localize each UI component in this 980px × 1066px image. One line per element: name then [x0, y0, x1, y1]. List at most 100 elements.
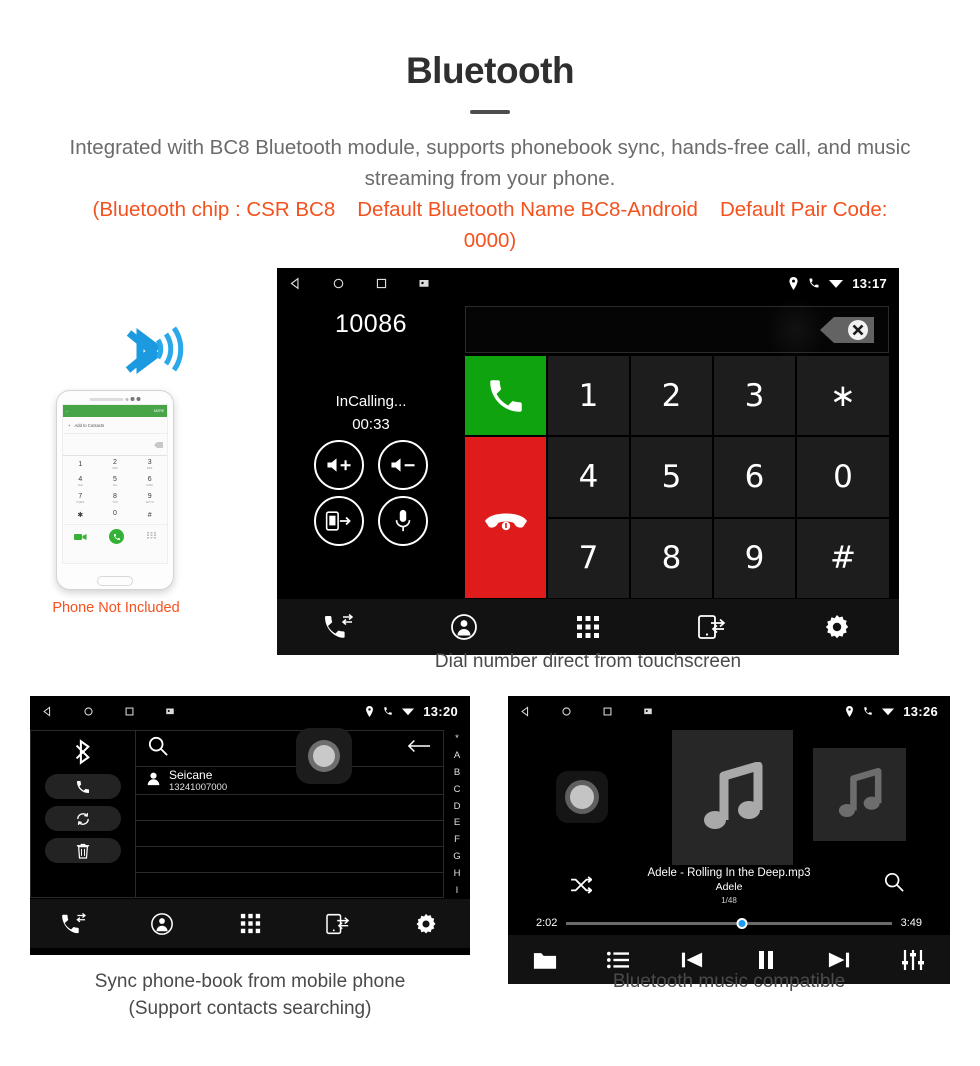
dialed-number: 10086 [334, 310, 408, 338]
search-icon[interactable] [148, 736, 168, 761]
home-icon[interactable] [83, 706, 94, 717]
music-statusbar: 13:26 [508, 696, 950, 726]
index-letter[interactable]: F [454, 834, 460, 845]
call-end-button[interactable] [465, 437, 546, 598]
recents-icon[interactable] [124, 706, 135, 717]
phonebook-statusbar: 13:20 [30, 696, 470, 726]
contacts-icon[interactable] [132, 912, 192, 935]
volume-down-icon[interactable] [378, 440, 428, 490]
index-letter[interactable]: C [454, 784, 461, 795]
avatar [146, 771, 161, 791]
phone-key: 9 WXYZ [145, 493, 154, 504]
key-0[interactable]: 0 [797, 437, 889, 517]
screenshot-icon[interactable] [643, 706, 653, 716]
home-icon[interactable] [332, 277, 345, 290]
key-5[interactable]: 5 [631, 437, 712, 517]
folder-icon[interactable] [515, 950, 575, 970]
key-3[interactable]: 3 [714, 356, 795, 436]
key-9[interactable]: 9 [714, 518, 795, 598]
previous-icon[interactable] [662, 950, 722, 970]
keypad-icon[interactable] [558, 615, 618, 639]
spec-chip: (Bluetooth chip : CSR BC8 [92, 198, 336, 221]
search-icon[interactable] [884, 872, 904, 897]
screenshot-icon[interactable] [165, 706, 175, 716]
sync-button[interactable] [45, 806, 121, 831]
phone-back-icon: ← [66, 409, 70, 413]
next-icon[interactable] [809, 950, 869, 970]
screenshot-icon[interactable] [418, 277, 430, 289]
back-icon[interactable] [289, 276, 302, 290]
key-8[interactable]: 8 [631, 518, 712, 598]
key-star[interactable]: ∗ [797, 356, 889, 436]
contacts-icon[interactable] [434, 614, 494, 640]
call-log-icon[interactable] [309, 614, 369, 640]
phone-key: 6 MNO [146, 476, 153, 487]
shuffle-icon[interactable] [570, 876, 593, 899]
index-letter[interactable]: G [453, 851, 460, 862]
playlist-icon[interactable] [588, 951, 648, 969]
intro-paragraph: Integrated with BC8 Bluetooth module, su… [69, 136, 911, 190]
location-icon [365, 705, 374, 717]
phone-key: # [147, 512, 152, 519]
backspace-icon[interactable] [818, 315, 876, 345]
contact-number: 13241007000 [169, 781, 228, 793]
contact-name: Seicane [169, 767, 213, 782]
music-caption: Bluetooth music compatible [612, 971, 846, 992]
mobile-phone-mockup: ← MORE + Add to Contacts 1 2 ABC 3 DEF 4 GH… [56, 390, 174, 590]
sync-device-icon[interactable] [308, 913, 368, 935]
key-hash[interactable]: # [797, 518, 889, 598]
phonebook-caption-line1: Sync phone-book from mobile phone [94, 971, 406, 992]
page-title: Bluetooth [405, 50, 575, 91]
mute-mic-icon[interactable] [378, 496, 428, 546]
home-icon[interactable] [561, 706, 572, 717]
settings-icon[interactable] [807, 614, 867, 640]
call-answer-button[interactable] [465, 356, 546, 436]
phone-call-button [109, 529, 125, 544]
phone-key: ✱ [77, 512, 84, 519]
key-1[interactable]: 1 [548, 356, 629, 436]
sync-device-icon[interactable] [682, 614, 742, 640]
settings-icon[interactable] [396, 913, 456, 935]
key-7[interactable]: 7 [548, 518, 629, 598]
delete-button[interactable] [45, 838, 121, 863]
dialer-navbar[interactable] [277, 598, 899, 655]
index-letter[interactable]: E [454, 817, 460, 828]
keypad-icon[interactable] [220, 913, 280, 934]
alphabet-index[interactable]: * A B C D E F G H I [444, 730, 470, 898]
index-letter[interactable]: D [454, 801, 461, 812]
index-letter[interactable]: I [456, 885, 459, 896]
progress-slider[interactable] [566, 917, 892, 929]
contact-row[interactable]: Seicane 13241007000 [136, 767, 443, 795]
key-4[interactable]: 4 [548, 437, 629, 517]
phonebook-navbar[interactable] [30, 898, 470, 948]
album-art-next[interactable] [813, 748, 906, 841]
seek-bar-row[interactable]: 2:02 3:49 [508, 912, 950, 934]
transfer-audio-icon[interactable] [314, 496, 364, 546]
dialer-keypad[interactable]: 1 2 3 ∗ 4 5 6 0 7 8 9 # [465, 356, 898, 598]
index-letter[interactable]: * [455, 733, 459, 744]
phone-icon [808, 277, 820, 289]
recents-icon[interactable] [602, 706, 613, 717]
wifi-icon [829, 278, 844, 289]
volume-up-icon[interactable] [314, 440, 364, 490]
key-6[interactable]: 6 [714, 437, 795, 517]
back-icon[interactable] [520, 705, 531, 717]
back-arrow-icon[interactable] [407, 739, 431, 758]
phone-add-label: Add to Contacts [74, 422, 105, 428]
recents-icon[interactable] [375, 277, 388, 290]
phonebook-side-actions [30, 730, 135, 898]
key-2[interactable]: 2 [631, 356, 712, 436]
phonebook-list-panel: Seicane 13241007000 [135, 728, 444, 898]
contact-search-bar[interactable] [136, 731, 443, 767]
back-icon[interactable] [42, 705, 53, 717]
index-letter[interactable]: A [454, 750, 460, 761]
phone-screen: ← MORE + Add to Contacts 1 2 ABC 3 DEF 4 GH… [62, 404, 168, 564]
progress-thumb[interactable] [736, 917, 748, 929]
phone-more-label: MORE [153, 409, 164, 413]
number-input-field[interactable] [465, 297, 889, 363]
index-letter[interactable]: B [454, 767, 460, 778]
dial-button[interactable] [45, 774, 121, 799]
pause-icon[interactable] [736, 950, 796, 970]
call-log-icon[interactable] [44, 912, 104, 935]
index-letter[interactable]: H [454, 868, 461, 879]
